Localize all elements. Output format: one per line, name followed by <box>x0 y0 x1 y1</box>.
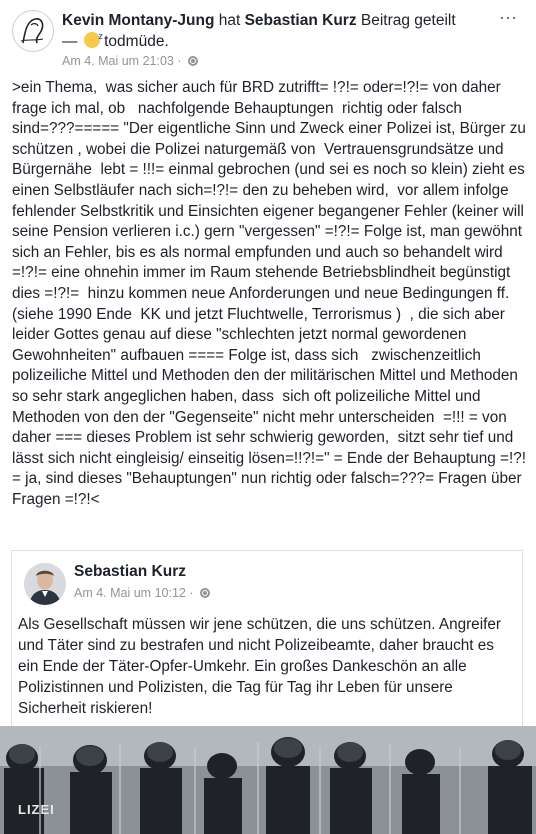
author-name[interactable]: Kevin Montany-Jung <box>62 12 214 29</box>
shield-label: LIZEI <box>18 802 55 817</box>
post-header: Kevin Montany-Jung hat Sebastian Kurz Be… <box>0 0 536 70</box>
shared-post-meta: Am 4. Mai um 10:12 · <box>74 586 210 600</box>
shared-author-name[interactable]: Sebastian Kurz <box>74 563 186 581</box>
globe-icon[interactable] <box>188 56 198 66</box>
separator-dot: · <box>177 54 182 68</box>
post-body-text: >ein Thema, was sicher auch für BRD zutr… <box>12 79 531 508</box>
post-header-text: Kevin Montany-Jung hat Sebastian Kurz Be… <box>62 10 462 52</box>
header-action: hat <box>214 12 245 29</box>
separator-dot: · <box>189 586 194 600</box>
shared-post-text: Als Gesellschaft müssen wir jene schütze… <box>18 616 501 717</box>
feeling-text: todmüde. <box>99 33 169 50</box>
post-timestamp[interactable]: Am 4. Mai um 21:03 <box>62 54 174 68</box>
police-photo[interactable]: LIZEI <box>0 726 536 834</box>
sleepy-face-icon <box>83 26 103 48</box>
shared-author-avatar[interactable] <box>24 563 66 605</box>
shared-post-timestamp[interactable]: Am 4. Mai um 10:12 <box>74 586 186 600</box>
globe-icon[interactable] <box>200 588 210 598</box>
more-options-icon[interactable]: ⋯ <box>499 8 518 29</box>
shared-author-link[interactable]: Sebastian Kurz <box>245 12 357 29</box>
post-meta: Am 4. Mai um 21:03 · <box>62 54 198 68</box>
author-avatar[interactable] <box>12 10 54 52</box>
